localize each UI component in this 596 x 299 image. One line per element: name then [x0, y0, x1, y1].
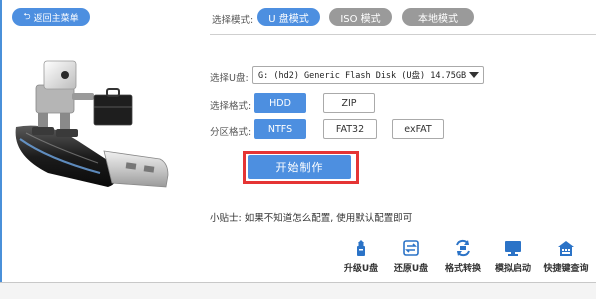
tool-shortcut-query[interactable]: 快捷键查询: [539, 238, 593, 278]
partition-fat32-button[interactable]: FAT32: [323, 119, 377, 139]
partition-ntfs-button[interactable]: NTFS: [254, 119, 306, 139]
monitor-icon: [505, 241, 521, 256]
format-hdd-button[interactable]: HDD: [254, 93, 306, 113]
tool-simulate-boot-label: 模拟启动: [494, 264, 531, 274]
back-arrow-icon: ⮌: [23, 11, 31, 22]
tool-upgrade-usb-label: 升级U盘: [343, 264, 379, 274]
chevron-down-icon[interactable]: [469, 72, 479, 78]
shortcut-query-icon: [558, 241, 574, 256]
tip-text: 小贴士: 如果不知道怎么配置, 使用默认配置即可: [210, 213, 413, 224]
format-convert-icon: [456, 239, 470, 257]
start-make-button[interactable]: 开始制作: [248, 155, 351, 179]
usb-select-label: 选择U盘:: [210, 73, 249, 84]
window-left-edge: [0, 0, 2, 299]
format-zip-button[interactable]: ZIP: [323, 93, 375, 113]
tool-restore-usb-label: 还原U盘: [393, 264, 429, 274]
usb-drive-select-value: G: (hd2) Generic Flash Disk (U盘) 14.75GB: [258, 71, 467, 81]
tool-simulate-boot[interactable]: 模拟启动: [488, 238, 538, 278]
partition-exfat-button[interactable]: exFAT: [392, 119, 444, 139]
mode-usb-button[interactable]: U 盘模式: [257, 8, 320, 26]
tool-restore-usb[interactable]: 还原U盘: [386, 238, 436, 278]
mode-local-button[interactable]: 本地模式: [402, 8, 474, 26]
usb-upgrade-icon: [357, 240, 365, 256]
back-button-label: 返回主菜单: [33, 13, 79, 24]
footer-strip: [0, 283, 596, 299]
usb-restore-icon: [403, 240, 419, 256]
mode-iso-button[interactable]: ISO 模式: [329, 8, 392, 26]
tool-shortcut-query-label: 快捷键查询: [543, 264, 589, 274]
format-label: 选择格式:: [210, 101, 252, 112]
divider-top: [210, 34, 596, 35]
tool-format-convert[interactable]: 格式转换: [438, 238, 488, 278]
app-window: ⮌ 返回主菜单 选择模式: U 盘模式 ISO 模式 本地模式 选择U盘: G:…: [0, 0, 596, 299]
mode-label: 选择模式:: [212, 15, 254, 26]
tool-upgrade-usb[interactable]: 升级U盘: [336, 238, 386, 278]
usb-drive-select[interactable]: G: (hd2) Generic Flash Disk (U盘) 14.75GB: [252, 66, 484, 84]
tool-format-convert-label: 格式转换: [444, 264, 481, 274]
usb-robot-illustration: [15, 60, 169, 188]
back-to-main-menu-button[interactable]: ⮌ 返回主菜单: [12, 8, 90, 26]
partition-label: 分区格式:: [210, 127, 252, 138]
